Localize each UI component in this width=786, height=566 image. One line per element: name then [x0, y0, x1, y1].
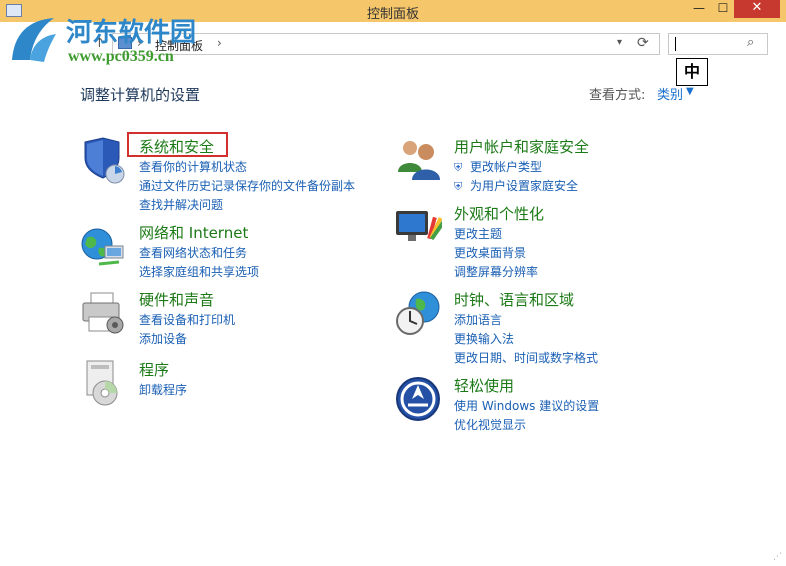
category-title[interactable]: 时钟、语言和区域 — [454, 289, 574, 310]
resize-grip[interactable]: ⋰ — [773, 552, 782, 562]
shield-icon — [84, 137, 125, 184]
search-icon[interactable]: ⌕ — [747, 35, 754, 50]
link-uninstall-program[interactable]: 卸载程序 — [139, 381, 187, 400]
users-icon — [398, 141, 440, 180]
link-date-time-number-format[interactable]: 更改日期、时间或数字格式 — [454, 349, 598, 368]
watermark-title: 河东软件园 — [66, 18, 197, 48]
link-family-safety[interactable]: ⛨ 为用户设置家庭安全 — [454, 177, 578, 196]
link-optimize-visual-display[interactable]: 优化视觉显示 — [454, 416, 599, 435]
close-button[interactable]: ✕ — [734, 0, 780, 18]
clock-globe-icon — [396, 291, 440, 335]
ease-of-access-icon — [396, 377, 440, 421]
uac-shield-icon: ⛨ — [454, 161, 463, 174]
category-title[interactable]: 网络和 Internet — [139, 222, 248, 243]
link-file-history-backup[interactable]: 通过文件历史记录保存你的文件备份副本 — [139, 177, 355, 196]
link-change-account-type[interactable]: ⛨ 更改帐户类型 — [454, 158, 578, 177]
view-by-dropdown[interactable]: 类别 — [657, 84, 683, 103]
category-title[interactable]: 程序 — [139, 359, 169, 380]
chevron-down-icon[interactable]: ▼ — [686, 86, 694, 97]
view-by-label: 查看方式: — [589, 88, 646, 103]
page-title: 调整计算机的设置 — [80, 86, 201, 104]
link-change-theme[interactable]: 更改主题 — [454, 225, 538, 244]
link-change-input-method[interactable]: 更换输入法 — [454, 330, 598, 349]
watermark: 河东软件园 www.pc0359.cn — [2, 10, 222, 70]
link-find-fix-problems[interactable]: 查找并解决问题 — [139, 196, 355, 215]
link-add-device[interactable]: 添加设备 — [139, 330, 235, 349]
link-windows-recommended-settings[interactable]: 使用 Windows 建议的设置 — [454, 397, 599, 416]
printer-icon — [82, 292, 124, 334]
uac-shield-icon: ⛨ — [454, 180, 463, 193]
link-view-network-status[interactable]: 查看网络状态和任务 — [139, 244, 259, 263]
link-screen-resolution[interactable]: 调整屏幕分辨率 — [454, 263, 538, 282]
search-input[interactable]: ⌕ — [668, 33, 768, 55]
ime-indicator: 中 — [676, 58, 708, 86]
maximize-button[interactable]: ☐ — [710, 0, 736, 18]
monitor-palette-icon — [396, 211, 442, 241]
watermark-logo-icon — [12, 18, 56, 62]
link-desktop-background[interactable]: 更改桌面背景 — [454, 244, 538, 263]
link-homegroup-sharing[interactable]: 选择家庭组和共享选项 — [139, 263, 259, 282]
link-view-computer-status[interactable]: 查看你的计算机状态 — [139, 158, 355, 177]
category-title[interactable]: 轻松使用 — [454, 375, 514, 396]
link-add-language[interactable]: 添加语言 — [454, 311, 598, 330]
category-title[interactable]: 外观和个性化 — [454, 203, 544, 224]
chevron-down-icon[interactable]: ▾ — [617, 37, 622, 48]
watermark-url: www.pc0359.cn — [68, 48, 174, 65]
text-caret — [675, 37, 676, 51]
category-title[interactable]: 硬件和声音 — [139, 289, 214, 310]
link-devices-printers[interactable]: 查看设备和打印机 — [139, 311, 235, 330]
refresh-icon[interactable]: ⟳ — [637, 35, 649, 51]
category-title[interactable]: 用户帐户和家庭安全 — [454, 136, 589, 157]
minimize-button[interactable]: — — [686, 0, 712, 18]
programs-icon — [86, 360, 118, 406]
highlight-box — [127, 132, 228, 157]
network-globe-icon — [81, 228, 124, 266]
